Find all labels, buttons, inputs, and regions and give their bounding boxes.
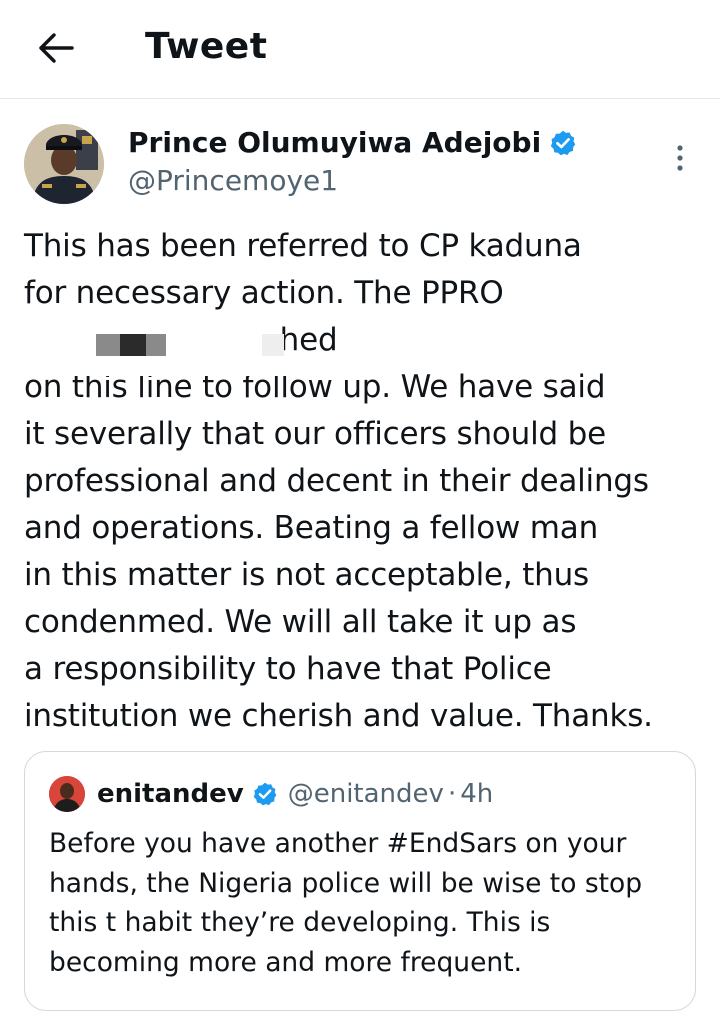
police-officer-photo: [24, 124, 104, 204]
arrow-left-icon: [39, 33, 74, 63]
quoted-tweet-time[interactable]: 4h: [460, 779, 493, 809]
top-bar: Tweet: [0, 0, 720, 99]
verified-badge-icon: [551, 130, 576, 156]
author-avatar[interactable]: [24, 124, 104, 204]
separator-dot: ·: [447, 779, 457, 809]
quoted-author-name[interactable]: enitandev: [97, 779, 244, 809]
tweet-body: This has been referred to CP kaduna for …: [24, 228, 653, 734]
more-options-button[interactable]: [660, 138, 700, 178]
redaction-mask: [24, 364, 324, 376]
author-name-row[interactable]: Prince Olumuyiwa Adejobi: [128, 124, 577, 162]
page-title: Tweet: [145, 26, 268, 67]
author-name[interactable]: Prince Olumuyiwa Adejobi: [128, 124, 541, 162]
person-photo: [49, 776, 85, 812]
back-button[interactable]: [30, 22, 82, 74]
quoted-author-handle[interactable]: @enitandev: [288, 779, 444, 809]
quoted-author-avatar[interactable]: [49, 776, 85, 812]
verified-badge-icon: [253, 782, 277, 806]
author-handle[interactable]: @Princemoye1: [128, 164, 338, 198]
more-vertical-icon: [677, 145, 683, 171]
redaction-block: [262, 334, 284, 356]
quoted-tweet-body: Before you have another #EndSars on your…: [49, 828, 643, 978]
quoted-tweet-header: enitandev @enitandev · 4h: [49, 776, 493, 812]
redaction-block: [120, 334, 146, 356]
quoted-tweet-card[interactable]: enitandev @enitandev · 4h Before you hav…: [24, 751, 696, 1011]
